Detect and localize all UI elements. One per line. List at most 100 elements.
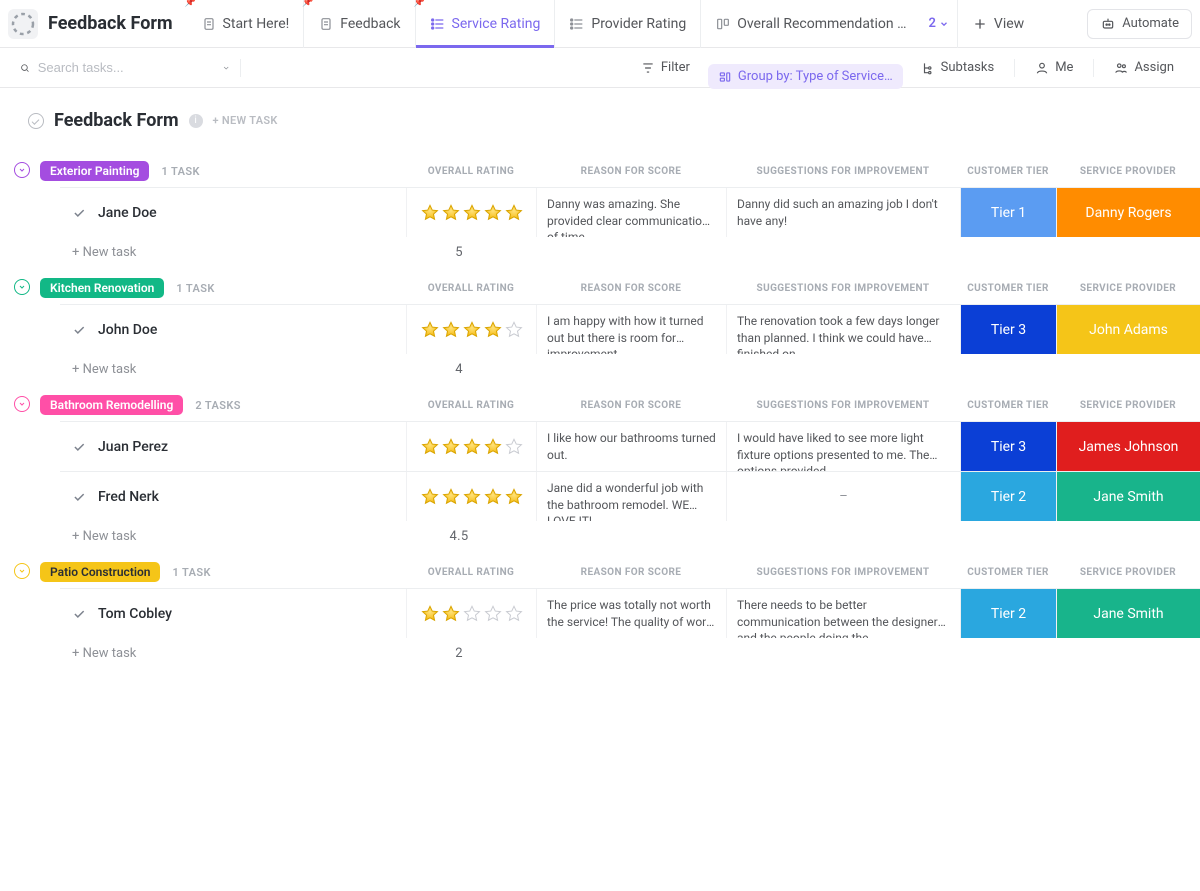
cell-reason[interactable]: I am happy with how it turned out but th… xyxy=(536,305,726,354)
task-row[interactable]: Juan Perez I like how our bathrooms turn… xyxy=(60,421,1200,471)
group: Patio Construction 1 TASK OVERALL RATING… xyxy=(0,562,1200,661)
group-collapse-toggle[interactable] xyxy=(14,396,30,412)
star-icon xyxy=(420,320,440,340)
group-task-count: 1 TASK xyxy=(176,282,214,295)
cell-service-provider[interactable]: Jane Smith xyxy=(1056,589,1200,638)
add-view-button[interactable]: View xyxy=(957,0,1038,48)
cell-reason[interactable]: The price was totally not worth the serv… xyxy=(536,589,726,638)
star-icon xyxy=(420,487,440,507)
col-customer-tier[interactable]: CUSTOMER TIER xyxy=(960,166,1056,177)
add-task-button[interactable]: + New task xyxy=(72,529,136,544)
col-customer-tier[interactable]: CUSTOMER TIER xyxy=(960,567,1056,578)
col-service-provider[interactable]: SERVICE PROVIDER xyxy=(1056,166,1200,177)
col-customer-tier[interactable]: CUSTOMER TIER xyxy=(960,283,1056,294)
cell-suggestions[interactable]: Danny did such an amazing job I don't ha… xyxy=(726,188,960,237)
star-icon xyxy=(441,604,461,624)
group: Bathroom Remodelling 2 TASKS OVERALL RAT… xyxy=(0,395,1200,544)
col-service-provider[interactable]: SERVICE PROVIDER xyxy=(1056,400,1200,411)
tab-service-rating[interactable]: 📌 Service Rating xyxy=(415,0,555,48)
cell-suggestions[interactable]: The renovation took a few days longer th… xyxy=(726,305,960,354)
cell-customer-tier[interactable]: Tier 2 xyxy=(960,589,1056,638)
cell-suggestions[interactable]: I would have liked to see more light fix… xyxy=(726,422,960,471)
cell-overall-rating[interactable] xyxy=(406,305,536,354)
cell-suggestions[interactable]: – xyxy=(726,472,960,521)
group-pill[interactable]: Bathroom Remodelling xyxy=(40,395,183,415)
tab-feedback[interactable]: 📌 Feedback xyxy=(303,0,414,48)
group-icon xyxy=(718,70,732,84)
col-overall-rating[interactable]: OVERALL RATING xyxy=(406,283,536,294)
col-reason[interactable]: REASON FOR SCORE xyxy=(536,400,726,411)
star-icon xyxy=(462,320,482,340)
cell-suggestions[interactable]: There needs to be better communication b… xyxy=(726,589,960,638)
chevron-down-icon[interactable] xyxy=(222,62,230,74)
task-row[interactable]: Fred Nerk Jane did a wonderful job with … xyxy=(60,471,1200,521)
cell-overall-rating[interactable] xyxy=(406,472,536,521)
col-customer-tier[interactable]: CUSTOMER TIER xyxy=(960,400,1056,411)
col-service-provider[interactable]: SERVICE PROVIDER xyxy=(1056,283,1200,294)
info-icon[interactable]: i xyxy=(189,114,203,128)
cell-reason[interactable]: Danny was amazing. She provided clear co… xyxy=(536,188,726,237)
subtasks-button[interactable]: Subtasks xyxy=(911,55,1005,80)
check-icon xyxy=(72,490,86,504)
tab-provider-rating[interactable]: Provider Rating xyxy=(554,0,700,48)
add-task-button[interactable]: + New task xyxy=(72,362,136,377)
col-overall-rating[interactable]: OVERALL RATING xyxy=(406,166,536,177)
cell-service-provider[interactable]: James Johnson xyxy=(1056,422,1200,471)
group-by-label: Group by: Type of Service… xyxy=(738,69,893,84)
cell-overall-rating[interactable] xyxy=(406,188,536,237)
col-suggestions[interactable]: SUGGESTIONS FOR IMPROVEMENT xyxy=(726,567,960,578)
automate-button[interactable]: Automate xyxy=(1087,9,1192,39)
star-icon xyxy=(504,604,524,624)
group-pill[interactable]: Kitchen Renovation xyxy=(40,278,164,298)
add-task-button[interactable]: + New task xyxy=(72,646,136,661)
col-suggestions[interactable]: SUGGESTIONS FOR IMPROVEMENT xyxy=(726,400,960,411)
tab-overall-recommendation[interactable]: Overall Recommendation … xyxy=(700,0,920,48)
cell-reason[interactable]: I like how our bathrooms turned out. xyxy=(536,422,726,471)
task-name-cell[interactable]: Juan Perez xyxy=(60,422,406,471)
cell-customer-tier[interactable]: Tier 2 xyxy=(960,472,1056,521)
add-task-button[interactable]: + New task xyxy=(72,245,136,260)
col-reason[interactable]: REASON FOR SCORE xyxy=(536,166,726,177)
group-by-button[interactable]: Group by: Type of Service… xyxy=(708,64,903,89)
more-views-count[interactable]: 2 xyxy=(920,0,956,48)
cell-overall-rating[interactable] xyxy=(406,422,536,471)
cell-overall-rating[interactable] xyxy=(406,589,536,638)
me-button[interactable]: Me xyxy=(1025,55,1083,80)
cell-service-provider[interactable]: Danny Rogers xyxy=(1056,188,1200,237)
col-reason[interactable]: REASON FOR SCORE xyxy=(536,283,726,294)
tab-label: Service Rating xyxy=(452,16,541,32)
group-collapse-toggle[interactable] xyxy=(14,279,30,295)
col-suggestions[interactable]: SUGGESTIONS FOR IMPROVEMENT xyxy=(726,283,960,294)
people-icon xyxy=(1114,61,1128,75)
col-suggestions[interactable]: SUGGESTIONS FOR IMPROVEMENT xyxy=(726,166,960,177)
cell-customer-tier[interactable]: Tier 1 xyxy=(960,188,1056,237)
tab-start-here[interactable]: 📌 Start Here! xyxy=(187,0,304,48)
cell-service-provider[interactable]: Jane Smith xyxy=(1056,472,1200,521)
task-row[interactable]: Jane Doe Danny was amazing. She provided… xyxy=(60,187,1200,237)
task-row[interactable]: John Doe I am happy with how it turned o… xyxy=(60,304,1200,354)
new-task-link[interactable]: + NEW TASK xyxy=(213,114,278,127)
cell-customer-tier[interactable]: Tier 3 xyxy=(960,422,1056,471)
cell-customer-tier[interactable]: Tier 3 xyxy=(960,305,1056,354)
col-overall-rating[interactable]: OVERALL RATING xyxy=(406,567,536,578)
group-collapse-toggle[interactable] xyxy=(14,563,30,579)
group-pill[interactable]: Patio Construction xyxy=(40,562,160,582)
board-icon xyxy=(715,16,731,32)
reason-text: The price was totally not worth the serv… xyxy=(537,589,726,637)
cell-service-provider[interactable]: John Adams xyxy=(1056,305,1200,354)
group-pill[interactable]: Exterior Painting xyxy=(40,161,149,181)
col-overall-rating[interactable]: OVERALL RATING xyxy=(406,400,536,411)
task-name-cell[interactable]: Jane Doe xyxy=(60,188,406,237)
star-icon xyxy=(483,487,503,507)
task-name-cell[interactable]: John Doe xyxy=(60,305,406,354)
task-name-cell[interactable]: Fred Nerk xyxy=(60,472,406,521)
task-name-cell[interactable]: Tom Cobley xyxy=(60,589,406,638)
search-input[interactable] xyxy=(38,60,214,75)
cell-reason[interactable]: Jane did a wonderful job with the bathro… xyxy=(536,472,726,521)
group-collapse-toggle[interactable] xyxy=(14,162,30,178)
assign-button[interactable]: Assign xyxy=(1104,55,1184,80)
task-row[interactable]: Tom Cobley The price was totally not wor… xyxy=(60,588,1200,638)
filter-button[interactable]: Filter xyxy=(631,55,700,80)
col-reason[interactable]: REASON FOR SCORE xyxy=(536,567,726,578)
col-service-provider[interactable]: SERVICE PROVIDER xyxy=(1056,567,1200,578)
